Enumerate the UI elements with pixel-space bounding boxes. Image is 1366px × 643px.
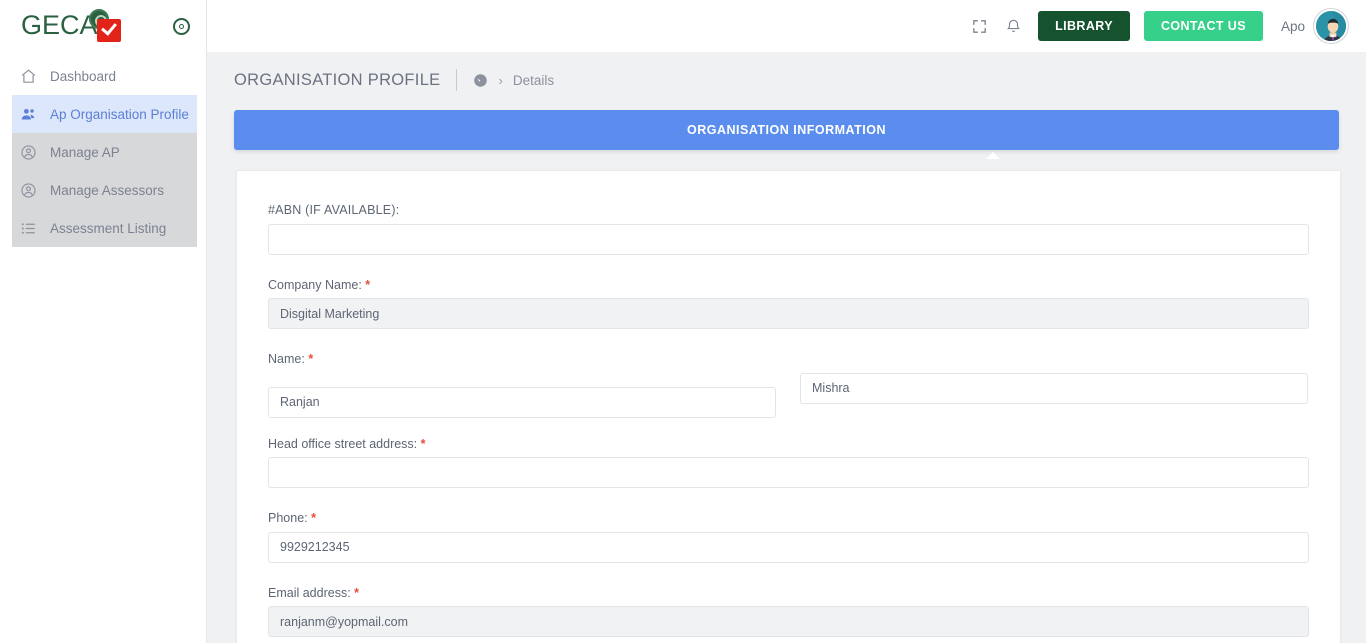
check-icon [97,19,121,42]
contact-us-button[interactable]: CONTACT US [1143,11,1263,41]
abn-label: #ABN (IF AVAILABLE): [268,204,1309,217]
company-name-label: Company Name: * [268,277,1309,292]
first-name-wrap [268,373,776,418]
required-marker: * [420,436,426,451]
required-marker: * [308,352,314,366]
sidebar-item-label: Manage AP [50,144,120,160]
field-phone: Phone: * [268,512,1309,563]
email-label-text: Email address: [268,585,351,600]
logo-text: GECA [21,10,98,40]
panel-header-label: ORGANISATION INFORMATION [686,123,887,137]
list-icon [20,220,50,237]
last-name-input[interactable] [800,372,1308,404]
panel-header-organisation-information[interactable]: ORGANISATION INFORMATION [234,110,1339,150]
email-input[interactable] [268,606,1309,637]
organisation-form: #ABN (IF AVAILABLE): Company Name: * Dis… [268,204,1309,643]
name-row [268,372,1309,418]
bell-icon[interactable] [996,9,1030,43]
avatar[interactable] [1314,9,1348,43]
breadcrumb-current: Details [512,72,555,88]
company-name-label-text: Company Name: [268,277,362,292]
name-label: Name: * [268,353,1309,366]
panel-caret-icon [986,152,1000,159]
breadcrumb: ORGANISATION PROFILE › Details [207,52,1366,108]
field-name: Name: * [268,353,1309,418]
record-circle-icon[interactable] [173,18,190,35]
company-name-input[interactable] [268,298,1309,329]
breadcrumb-arrow: › [498,72,503,88]
required-marker: * [354,585,360,600]
sidebar-item-dashboard[interactable]: Dashboard [12,57,197,95]
sidebar: GECA Dashboard Ap Organisation Profile M… [0,0,207,643]
sidebar-item-label: Ap Organisation Profile [50,106,189,122]
user-circle-icon [20,182,50,199]
abn-label-text: #ABN (IF AVAILABLE): [268,203,400,217]
library-button[interactable]: LIBRARY [1038,11,1130,41]
dashboard-speedometer-icon[interactable] [473,73,488,88]
sidebar-nav: Dashboard Ap Organisation Profile Manage… [12,57,197,247]
topbar-actions: LIBRARY CONTACT US Apo [962,0,1348,52]
topbar: LIBRARY CONTACT US Apo [207,0,1366,52]
phone-label-text: Phone: [268,511,308,525]
geca-logo[interactable]: GECA [21,9,131,43]
abn-input[interactable] [268,223,1309,255]
required-marker: * [365,277,371,292]
field-abn: #ABN (IF AVAILABLE): [268,204,1309,255]
organisation-information-card: #ABN (IF AVAILABLE): Company Name: * Dis… [236,170,1341,643]
sidebar-item-manage-ap[interactable]: Manage AP [12,133,197,171]
field-email-address: Email address: * [268,585,1309,637]
main-content: ORGANISATION PROFILE › Details ORGANISAT… [207,52,1366,643]
first-name-input[interactable] [268,386,776,418]
name-label-text: Name: [268,352,305,366]
head-office-label: Head office street address: * [268,436,1309,451]
last-name-wrap [800,372,1308,404]
sidebar-item-manage-assessors[interactable]: Manage Assessors [12,171,197,209]
sidebar-item-label: Assessment Listing [50,220,167,236]
email-label: Email address: * [268,585,1309,600]
people-icon [20,106,50,123]
user-name: Apo [1280,18,1305,34]
head-office-label-text: Head office street address: [268,436,418,451]
page-title: ORGANISATION PROFILE [234,70,441,89]
fullscreen-icon[interactable] [962,9,996,43]
phone-input[interactable] [268,531,1309,563]
sidebar-item-ap-organisation-profile[interactable]: Ap Organisation Profile [12,95,197,133]
breadcrumb-divider [456,69,458,91]
head-office-input[interactable] [268,457,1309,488]
home-icon [20,68,50,85]
sidebar-item-assessment-listing[interactable]: Assessment Listing [12,209,197,247]
sidebar-item-label: Manage Assessors [50,182,165,198]
phone-label: Phone: * [268,512,1309,525]
sidebar-item-label: Dashboard [50,68,117,84]
brand-header: GECA [0,0,207,52]
field-head-office-address: Head office street address: * [268,436,1309,488]
user-circle-icon [20,144,50,161]
field-company-name: Company Name: * [268,277,1309,329]
app-root: GECA Dashboard Ap Organisation Profile M… [0,0,1366,643]
required-marker: * [311,511,316,525]
